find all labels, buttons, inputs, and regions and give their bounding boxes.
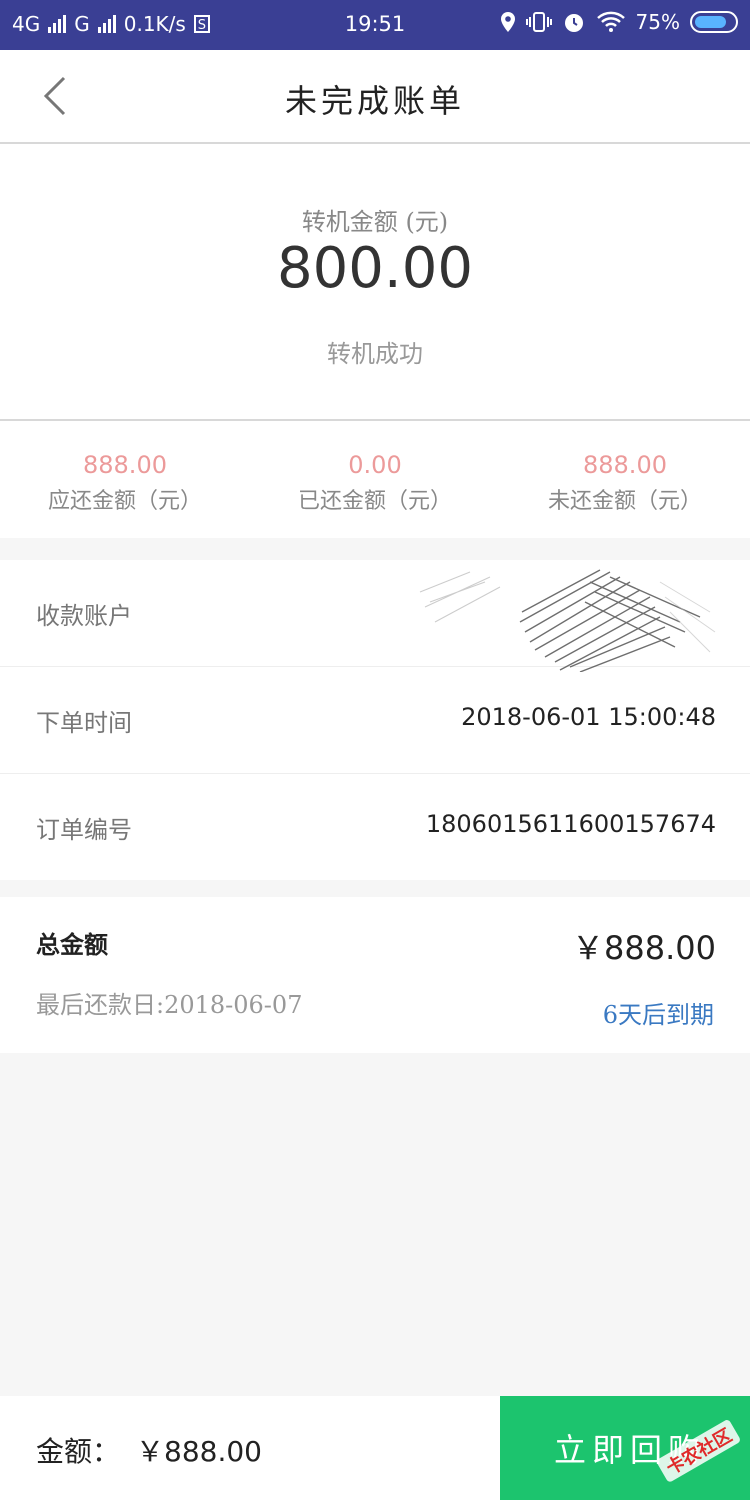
status-right: 75% — [500, 10, 738, 34]
page-title: 未完成账单 — [284, 82, 465, 120]
order-number-value: 1806015611600157674 — [425, 810, 716, 838]
bottom-amount-label: 金额： — [36, 1435, 121, 1468]
bottom-amount-value: ￥888.00 — [136, 1435, 262, 1468]
vibrate-icon — [525, 12, 552, 32]
wifi-icon — [596, 11, 625, 32]
stat-label: 应还金额（元） — [47, 489, 202, 514]
summary-section: 转机金额 (元) 800.00 转机成功 — [0, 144, 750, 421]
battery-icon — [690, 11, 738, 33]
order-time-value: 2018-06-01 15:00:48 — [461, 703, 716, 731]
stat-label: 已还金额（元） — [297, 489, 452, 514]
nav-bar: 未完成账单 — [0, 50, 750, 144]
order-time-row: 下单时间 2018-06-01 15:00:48 — [0, 667, 750, 774]
stat-value: 0.00 — [348, 451, 402, 479]
transfer-amount: 800.00 — [277, 236, 473, 301]
stat-outstanding: 888.00 未还金额（元） — [500, 451, 750, 515]
watermark-logo: 卡农社区 — [657, 1420, 740, 1482]
stat-label: 未还金额（元） — [547, 489, 702, 514]
order-number-label: 订单编号 — [36, 816, 132, 844]
receiving-account-row: 收款账户 — [0, 560, 750, 672]
bottom-bar: 金额： ￥888.00 立即回购 — [0, 1396, 750, 1500]
order-details: 收款账户 下单时间 2018-06-01 15:00:48 订单编号 18060… — [0, 560, 750, 880]
stat-payable: 888.00 应还金额（元） — [0, 451, 250, 515]
total-label: 总金额 — [36, 930, 108, 959]
location-icon — [500, 12, 515, 32]
order-number-row: 订单编号 1806015611600157674 — [0, 774, 750, 880]
receiving-account-label: 收款账户 — [36, 602, 132, 630]
total-amount: ￥888.00 — [572, 929, 716, 967]
stat-value: 888.00 — [83, 451, 167, 479]
expire-notice: 6天后到期 — [602, 1001, 714, 1029]
alarm-icon — [564, 14, 583, 32]
stat-repaid: 0.00 已还金额（元） — [250, 451, 500, 515]
battery-percent: 75% — [635, 10, 680, 34]
order-time-label: 下单时间 — [36, 709, 132, 737]
repayment-stats: 888.00 应还金额（元） 0.00 已还金额（元） 888.00 未还金额（… — [0, 421, 750, 538]
transfer-amount-label: 转机金额 (元) — [301, 208, 449, 236]
redacted-scribble — [419, 569, 716, 672]
stat-value: 888.00 — [583, 451, 667, 479]
total-section: 总金额 ￥888.00 最后还款日:2018-06-07 6天后到期 — [0, 897, 750, 1053]
status-bar: 4G G 0.1K/s S 19:51 75% — [0, 0, 750, 50]
transfer-status: 转机成功 — [327, 340, 423, 368]
due-date: 最后还款日:2018-06-07 — [36, 991, 303, 1019]
bottom-amount: 金额： ￥888.00 — [36, 1430, 262, 1470]
